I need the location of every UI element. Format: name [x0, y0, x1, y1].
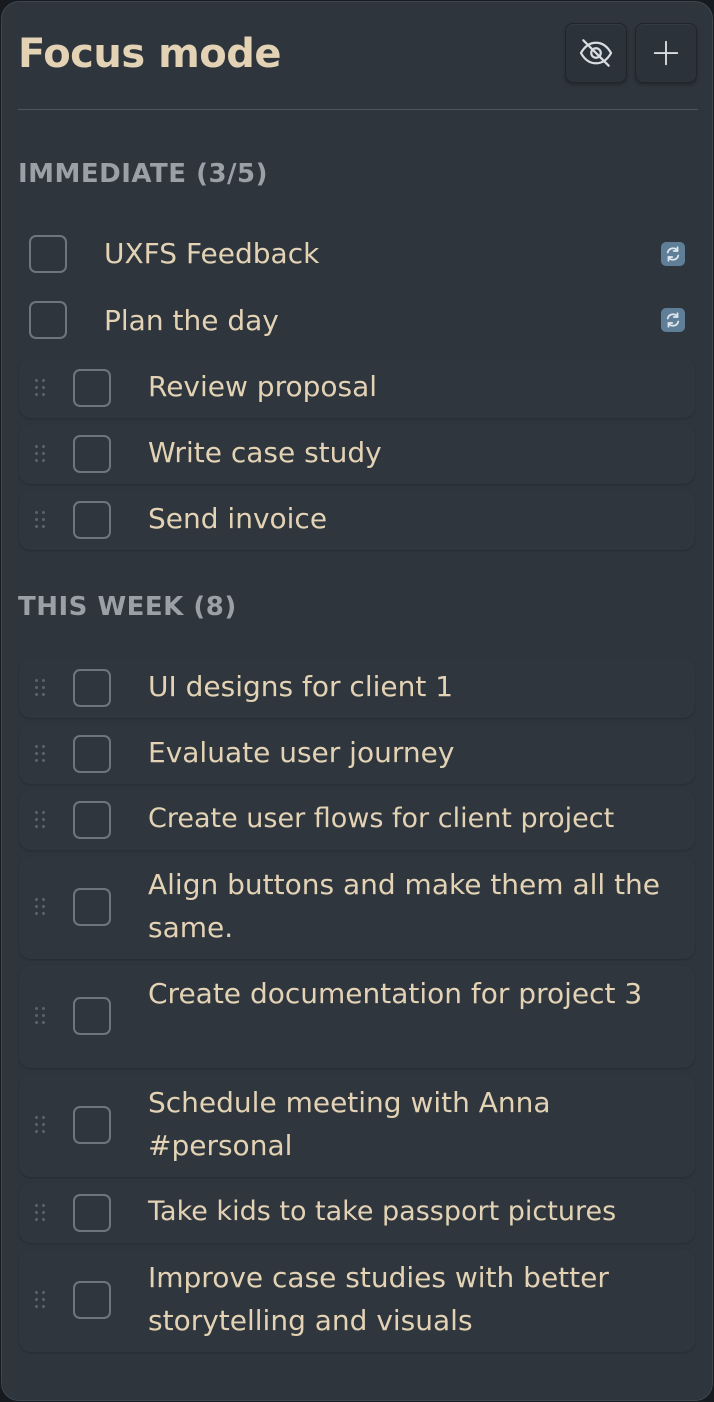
task-checkbox[interactable]	[29, 301, 67, 339]
drag-handle-icon[interactable]	[35, 679, 47, 697]
task-checkbox[interactable]	[29, 235, 67, 273]
recurring-badge	[661, 308, 685, 332]
repeat-icon	[666, 312, 680, 328]
task-row[interactable]: Plan the day	[19, 290, 695, 352]
drag-handle-icon[interactable]	[35, 745, 47, 763]
task-label: Review proposal	[148, 370, 378, 403]
drag-handle-icon[interactable]	[35, 811, 47, 829]
recurring-badge	[661, 242, 685, 266]
task-row[interactable]: Create user flows for client project	[19, 790, 695, 850]
drag-handle-icon[interactable]	[35, 511, 47, 529]
task-label: UI designs for client 1	[148, 670, 454, 703]
task-row[interactable]: Take kids to take passport pictures	[19, 1183, 695, 1243]
panel-title: Focus mode	[18, 31, 282, 77]
task-row[interactable]: Evaluate user journey	[19, 724, 695, 784]
task-row[interactable]: Align buttons and make them all the same…	[19, 856, 695, 959]
drag-handle-icon[interactable]	[35, 445, 47, 463]
task-checkbox[interactable]	[73, 669, 111, 707]
task-label: Improve case studies with better storyte…	[148, 1261, 609, 1337]
task-checkbox[interactable]	[73, 435, 111, 473]
eye-off-icon	[579, 39, 613, 67]
task-checkbox[interactable]	[73, 501, 111, 539]
task-checkbox[interactable]	[73, 801, 111, 839]
task-checkbox[interactable]	[73, 1106, 111, 1144]
task-label: Create user flows for client project	[148, 803, 615, 834]
task-label: Take kids to take passport pictures	[148, 1196, 617, 1227]
section-heading-this-week: THIS WEEK (8)	[18, 592, 237, 622]
task-row[interactable]: Write case study	[19, 424, 695, 484]
task-checkbox[interactable]	[73, 997, 111, 1035]
task-label: Send invoice	[148, 502, 328, 535]
drag-handle-icon[interactable]	[35, 1116, 47, 1134]
task-row[interactable]: Improve case studies with better storyte…	[19, 1249, 695, 1352]
task-label: Write case study	[148, 436, 382, 469]
task-row[interactable]: Schedule meeting with Anna #personal	[19, 1074, 695, 1177]
drag-handle-icon[interactable]	[35, 1291, 47, 1309]
section-heading-immediate: IMMEDIATE (3/5)	[18, 159, 269, 189]
task-label: Schedule meeting with Anna #personal	[148, 1086, 551, 1162]
task-checkbox[interactable]	[73, 735, 111, 773]
task-label: UXFS Feedback	[104, 237, 320, 270]
hide-completed-button[interactable]	[565, 23, 627, 83]
drag-handle-icon[interactable]	[35, 1204, 47, 1222]
add-task-button[interactable]	[635, 23, 697, 83]
task-checkbox[interactable]	[73, 888, 111, 926]
task-label: Plan the day	[104, 304, 279, 337]
drag-handle-icon[interactable]	[35, 1007, 47, 1025]
focus-mode-panel: Focus mode IMMEDIATE (3/5) UXFS Feedback	[1, 1, 713, 1401]
plus-icon	[653, 40, 679, 66]
task-checkbox[interactable]	[73, 1194, 111, 1232]
task-row[interactable]: UXFS Feedback	[19, 223, 695, 285]
task-label: Create documentation for project 3	[148, 977, 643, 1010]
drag-handle-icon[interactable]	[35, 898, 47, 916]
task-checkbox[interactable]	[73, 1281, 111, 1319]
task-row[interactable]: Send invoice	[19, 490, 695, 550]
header-divider	[18, 109, 698, 110]
drag-handle-icon[interactable]	[35, 379, 47, 397]
task-row[interactable]: Create documentation for project 3	[19, 965, 695, 1068]
task-label: Evaluate user journey	[148, 736, 455, 769]
task-row[interactable]: Review proposal	[19, 358, 695, 418]
repeat-icon	[666, 246, 680, 262]
task-row[interactable]: UI designs for client 1	[19, 658, 695, 718]
task-checkbox[interactable]	[73, 369, 111, 407]
task-label: Align buttons and make them all the same…	[148, 868, 661, 944]
